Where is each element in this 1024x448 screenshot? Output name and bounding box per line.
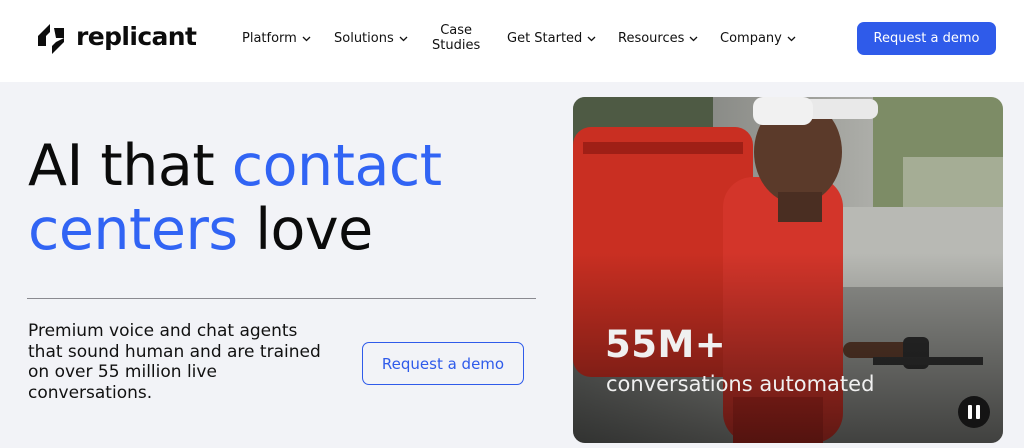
- hero-divider: [27, 298, 536, 299]
- nav-solutions[interactable]: Solutions: [334, 0, 408, 76]
- nav-resources-label: Resources: [618, 30, 685, 46]
- hero-headline: AI that contact centers love: [28, 134, 442, 262]
- chevron-down-icon: [787, 36, 796, 42]
- headline-highlight-2: centers: [28, 197, 238, 263]
- nav-get-started-label: Get Started: [507, 30, 583, 46]
- nav-case-studies[interactable]: Case Studies: [432, 0, 480, 76]
- headline-text-1: AI that: [28, 133, 232, 199]
- brand-name: replicant: [76, 22, 197, 51]
- nav-resources[interactable]: Resources: [618, 0, 698, 76]
- nav-case-studies-line2: Studies: [432, 38, 481, 53]
- chevron-down-icon: [399, 36, 408, 42]
- stat-label: conversations automated: [606, 372, 875, 396]
- nav-company-label: Company: [720, 30, 782, 46]
- nav-case-studies-line1: Case: [440, 23, 473, 38]
- nav-platform-label: Platform: [242, 30, 297, 46]
- top-navigation-bar: replicant Platform Solutions Case Studie…: [0, 0, 1024, 82]
- pause-icon-bar: [976, 405, 980, 419]
- nav-company[interactable]: Company: [720, 0, 796, 76]
- hero-subtitle: Premium voice and chat agents that sound…: [28, 321, 321, 403]
- stat-value: 55M+: [605, 323, 727, 366]
- request-demo-button-header[interactable]: Request a demo: [857, 22, 996, 55]
- headline-text-2: love: [237, 197, 373, 263]
- pause-icon: [968, 405, 972, 419]
- nav-get-started[interactable]: Get Started: [507, 0, 596, 76]
- pause-button[interactable]: [958, 396, 990, 428]
- nav-solutions-label: Solutions: [334, 30, 394, 46]
- chevron-down-icon: [302, 36, 311, 42]
- request-demo-button-hero[interactable]: Request a demo: [362, 342, 524, 385]
- chevron-down-icon: [587, 36, 596, 42]
- chevron-down-icon: [689, 36, 698, 42]
- hero-video[interactable]: 55M+ conversations automated: [573, 97, 1003, 443]
- brand-logo[interactable]: replicant: [34, 20, 197, 56]
- headline-highlight-1: contact: [231, 133, 442, 199]
- nav-platform[interactable]: Platform: [242, 0, 311, 76]
- replicant-logo-icon: [38, 24, 64, 54]
